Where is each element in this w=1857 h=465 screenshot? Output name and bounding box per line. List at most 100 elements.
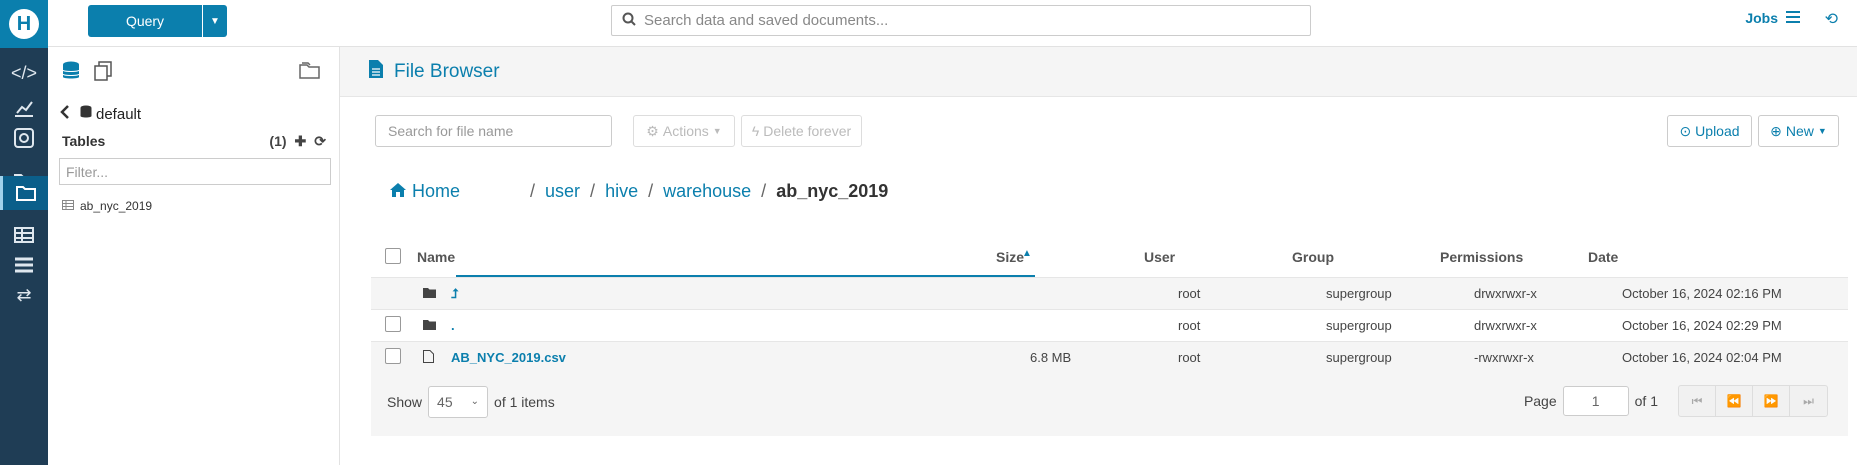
documents-icon[interactable] (94, 61, 112, 86)
row-group: supergroup (1326, 286, 1392, 301)
column-size[interactable]: Size (996, 249, 1144, 265)
database-breadcrumb[interactable]: default (60, 105, 141, 123)
query-dropdown-toggle[interactable]: ▼ (203, 5, 227, 37)
query-button[interactable]: Query (88, 5, 202, 37)
search-icon (622, 12, 636, 30)
file-link[interactable]: AB_NYC_2019.csv (451, 350, 566, 365)
breadcrumb-home[interactable]: Home (390, 181, 460, 202)
back-chevron-icon[interactable] (60, 105, 70, 123)
jobs-list-icon (1786, 10, 1800, 26)
file-table: Name Size User Group Permissions Date ▲ … (371, 237, 1848, 373)
bolt-icon: ϟ (751, 123, 760, 139)
table-icon[interactable] (0, 218, 48, 252)
jobs-button[interactable]: Jobs (1745, 10, 1800, 26)
delete-label: Delete forever (763, 123, 852, 139)
row-user: root (1178, 318, 1201, 333)
refresh-icon[interactable]: ⟳ (314, 133, 326, 150)
left-assist-panel: default Tables (1) ✚ ⟳ Filter... ab_nyc_… (48, 47, 340, 465)
database-small-icon (80, 105, 92, 123)
top-bar: Query ▼ Search data and saved documents.… (48, 0, 1857, 47)
table-list-item[interactable]: ab_nyc_2019 (62, 199, 152, 213)
row-checkbox[interactable] (385, 348, 401, 364)
tables-filter-input[interactable]: Filter... (59, 158, 331, 185)
nav-rail: H </> ⇄ (0, 0, 48, 465)
row-group: supergroup (1326, 350, 1392, 365)
database-name: default (96, 105, 142, 123)
actions-button[interactable]: ⚙ Actions ▼ (633, 115, 735, 147)
caret-down-icon: ▼ (1817, 126, 1827, 136)
upload-icon: ⊙ (1679, 122, 1692, 139)
row-date: October 16, 2024 02:29 PM (1622, 318, 1782, 333)
row-size: 6.8 MB (1030, 350, 1072, 365)
breadcrumb-user[interactable]: user (545, 181, 580, 202)
page-size-select[interactable]: 45 ⌄ (428, 385, 489, 418)
page-total: of 1 (1634, 393, 1658, 409)
file-browser-main: File Browser Search for file name ⚙ Acti… (340, 47, 1857, 465)
select-all-checkbox[interactable] (385, 247, 401, 264)
database-icon[interactable] (62, 61, 80, 86)
row-permissions: -rwxrwxr-x (1474, 350, 1534, 365)
new-label: New (1785, 123, 1814, 139)
file-search-placeholder: Search for file name (388, 123, 514, 139)
caret-down-icon: ▼ (712, 126, 722, 136)
row-user: root (1178, 286, 1201, 301)
column-user[interactable]: User (1144, 249, 1292, 265)
file-icon (368, 59, 384, 85)
new-button[interactable]: ⊕ New ▼ (1758, 115, 1839, 147)
file-search-input[interactable]: Search for file name (375, 115, 612, 147)
parent-folder-link[interactable]: ⮥ (451, 286, 459, 301)
column-date[interactable]: Date (1588, 249, 1788, 265)
table-small-icon (62, 199, 74, 213)
previous-page-icon[interactable]: ⏪ (1716, 386, 1753, 416)
row-date: October 16, 2024 02:16 PM (1622, 286, 1782, 301)
table-header: Name Size User Group Permissions Date ▲ (371, 237, 1848, 277)
file-browser-header: File Browser (340, 47, 1857, 97)
chart-icon[interactable] (0, 91, 48, 125)
current-folder-link[interactable]: . (451, 318, 455, 333)
upload-button[interactable]: ⊙ Upload (1667, 115, 1752, 147)
transfer-icon[interactable]: ⇄ (0, 278, 48, 312)
row-permissions: drwxrwxr-x (1474, 318, 1537, 333)
table-name: ab_nyc_2019 (80, 199, 153, 213)
actions-label: Actions (662, 123, 709, 139)
server-icon[interactable] (0, 248, 48, 282)
gear-icon: ⚙ (646, 122, 659, 139)
breadcrumb-hive[interactable]: hive (605, 181, 638, 202)
next-page-icon[interactable]: ⏩ (1753, 386, 1790, 416)
page-size-value: 45 (437, 393, 453, 410)
column-group[interactable]: Group (1292, 249, 1440, 265)
files-icon[interactable] (0, 176, 48, 210)
table-row[interactable]: . root supergroup drwxrwxr-x October 16,… (371, 309, 1848, 341)
plus-circle-icon: ⊕ (1770, 122, 1782, 139)
global-search-input[interactable]: Search data and saved documents... (611, 5, 1311, 36)
delete-forever-button[interactable]: ϟ Delete forever (741, 115, 862, 147)
breadcrumb-warehouse[interactable]: warehouse (663, 181, 751, 202)
pagination: Page 1 of 1 ⏮ ⏪ ⏩ ⏭ (1524, 385, 1828, 417)
add-icon[interactable]: ✚ (295, 133, 307, 150)
table-footer: Show 45 ⌄ of 1 items Page 1 of 1 ⏮ ⏪ ⏩ ⏭ (371, 367, 1848, 436)
tables-label: Tables (62, 133, 106, 149)
history-icon[interactable]: ⟲ (1825, 9, 1838, 29)
target-icon[interactable] (0, 121, 48, 155)
row-user: root (1178, 350, 1201, 365)
jobs-label: Jobs (1745, 10, 1778, 26)
logo-mark: H (9, 9, 39, 39)
row-group: supergroup (1326, 318, 1392, 333)
row-date: October 16, 2024 02:04 PM (1622, 350, 1782, 365)
last-page-icon[interactable]: ⏭ (1790, 386, 1827, 416)
page-number-input[interactable]: 1 (1562, 386, 1629, 416)
page-label: Page (1523, 393, 1557, 409)
sort-ascending-icon[interactable]: ▲ (1022, 248, 1032, 259)
upload-label: Upload (1695, 123, 1740, 139)
search-placeholder: Search data and saved documents... (644, 12, 889, 29)
first-page-icon[interactable]: ⏮ (1679, 386, 1716, 416)
items-count: of 1 items (494, 393, 555, 410)
row-checkbox[interactable] (385, 316, 401, 332)
folder-open-icon[interactable] (299, 61, 321, 84)
column-name[interactable]: Name (417, 249, 996, 265)
column-permissions[interactable]: Permissions (1440, 249, 1588, 265)
table-row[interactable]: ⮥ root supergroup drwxrwxr-x October 16,… (371, 277, 1848, 309)
show-label: Show (387, 393, 423, 410)
hue-logo[interactable]: H (0, 0, 48, 48)
editor-icon[interactable]: </> (0, 56, 48, 90)
